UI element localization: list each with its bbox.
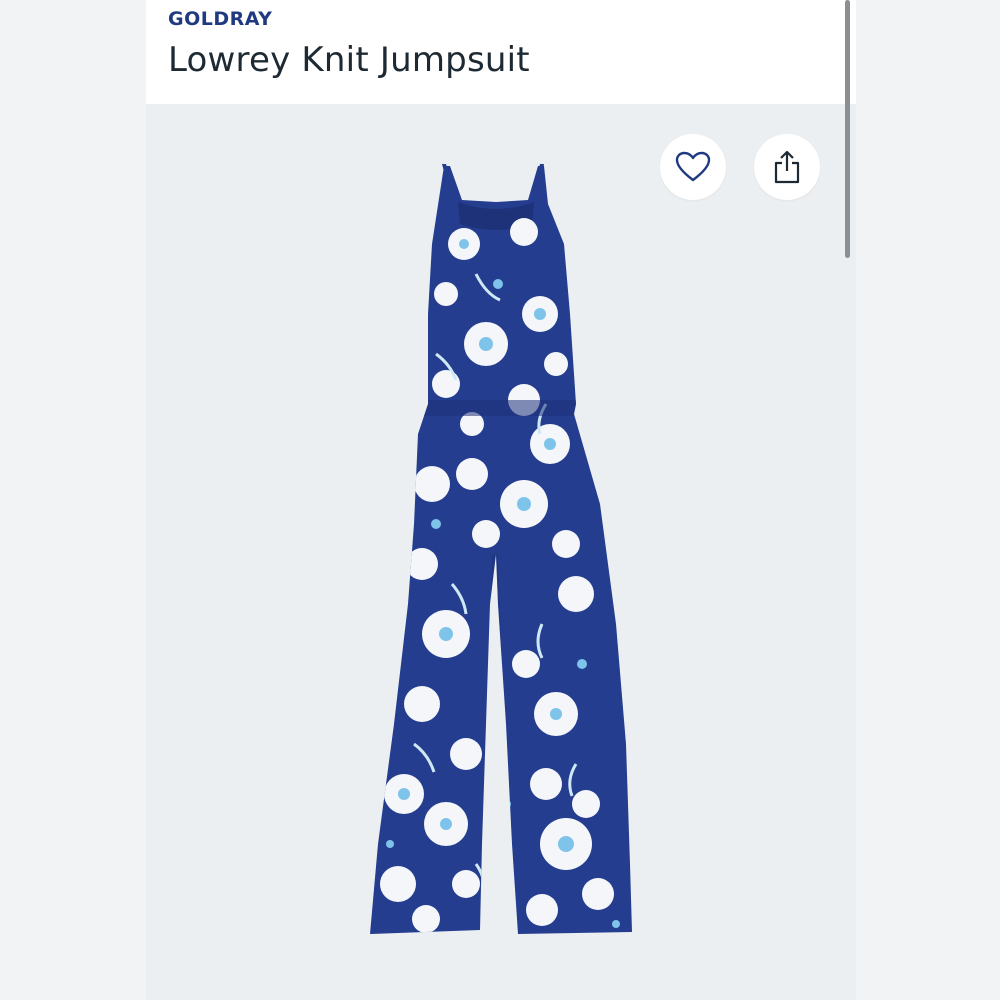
right-margin [856,0,1000,1000]
scrollbar-thumb[interactable] [845,0,850,258]
share-icon [774,150,800,184]
left-margin [0,0,146,1000]
product-title: Lowrey Knit Jumpsuit [168,40,530,80]
favorite-button[interactable] [660,134,726,200]
product-image [370,164,632,934]
product-image-area[interactable] [146,104,856,1000]
product-panel: GOLDRAY Lowrey Knit Jumpsuit [146,0,856,1000]
product-header: GOLDRAY Lowrey Knit Jumpsuit [146,0,856,104]
share-button[interactable] [754,134,820,200]
heart-icon [675,151,711,182]
brand-name[interactable]: GOLDRAY [168,8,272,30]
